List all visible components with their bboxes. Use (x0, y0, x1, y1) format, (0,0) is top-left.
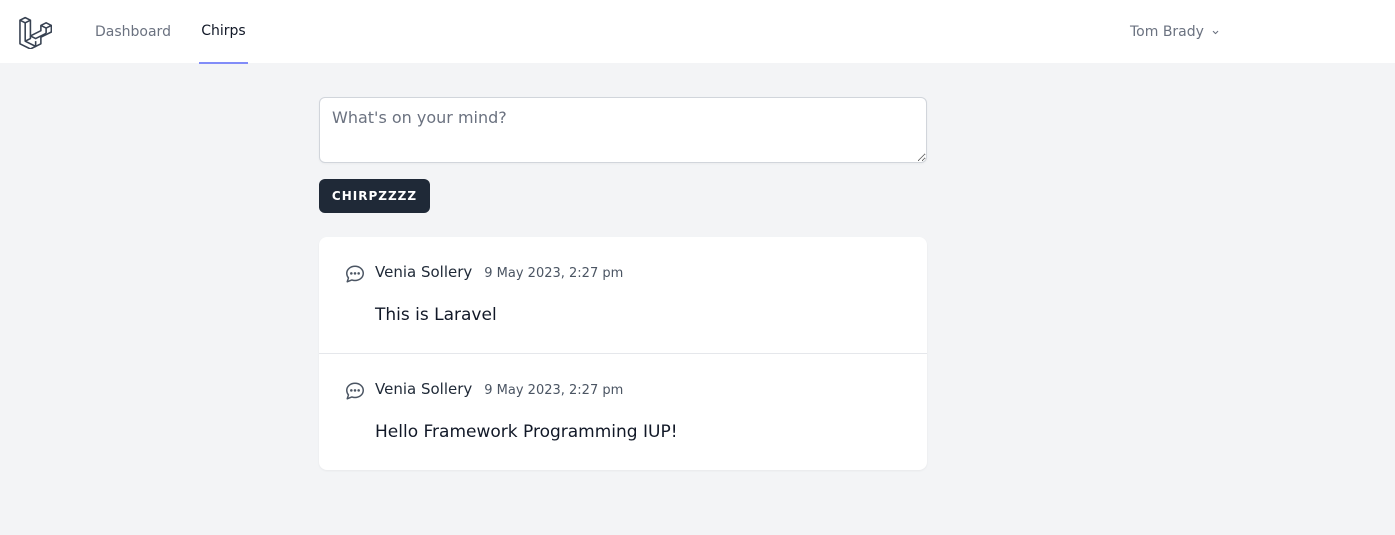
chirp-header: Venia Sollery 9 May 2023, 2:27 pm (375, 380, 623, 398)
chirp-message: Hello Framework Programming IUP! (375, 422, 678, 442)
chirp-message-input[interactable] (319, 97, 927, 163)
chevron-down-icon (1212, 30, 1219, 34)
chirp-item: Venia Sollery 9 May 2023, 2:27 pm Hello … (319, 353, 927, 470)
chirps-list: Venia Sollery 9 May 2023, 2:27 pm This i… (319, 237, 927, 470)
top-navigation: Dashboard Chirps Tom Brady (0, 0, 1395, 64)
nav-link-dashboard[interactable]: Dashboard (95, 0, 171, 64)
chat-bubble-icon (346, 382, 364, 400)
chirp-author: Venia Sollery (375, 263, 473, 281)
chirp-timestamp: 9 May 2023, 2:27 pm (484, 266, 624, 281)
user-menu-button[interactable]: Tom Brady (1130, 0, 1221, 64)
laravel-logo-icon[interactable] (18, 15, 53, 50)
chirp-message: This is Laravel (375, 305, 497, 325)
chat-bubble-icon (346, 265, 364, 283)
user-name: Tom Brady (1130, 24, 1204, 40)
chirp-author: Venia Sollery (375, 380, 473, 398)
nav-link-chirps[interactable]: Chirps (199, 0, 248, 64)
chirp-submit-button[interactable]: CHIRPZZZZ (319, 179, 430, 213)
chirp-timestamp: 9 May 2023, 2:27 pm (484, 383, 624, 398)
chirp-header: Venia Sollery 9 May 2023, 2:27 pm (375, 263, 623, 281)
chirp-item: Venia Sollery 9 May 2023, 2:27 pm This i… (319, 237, 927, 353)
